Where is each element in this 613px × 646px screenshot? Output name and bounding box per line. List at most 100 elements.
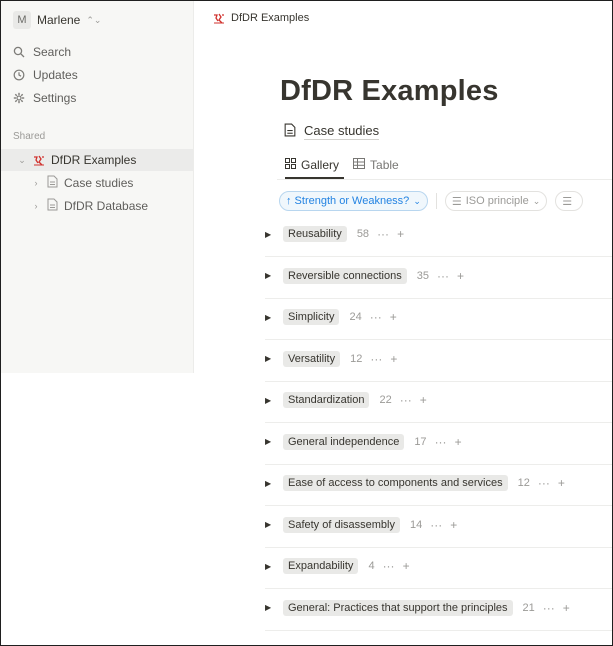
group-count: 4 <box>368 560 375 572</box>
group-header[interactable]: ▶ General independence 17 ··· + <box>265 432 462 452</box>
list-icon: ☰ <box>562 195 573 208</box>
add-icon[interactable]: + <box>390 310 397 324</box>
breadcrumb[interactable]: DfDR Examples <box>213 12 309 24</box>
toggle-triangle-icon[interactable]: ▶ <box>265 437 275 446</box>
chevron-right-icon[interactable]: › <box>31 178 41 188</box>
group-row[interactable]: ▶ Expandability 4 ··· + <box>265 548 612 589</box>
group-tag: Safety of disassembly <box>283 516 400 533</box>
more-icon[interactable]: ··· <box>538 476 550 490</box>
more-icon[interactable]: ··· <box>400 393 412 407</box>
group-count: 22 <box>379 394 392 406</box>
app-window: M Marlene ⌃⌄ Search Updates Settings Sha… <box>0 0 613 646</box>
group-row[interactable]: ▶ General independence 17 ··· + <box>265 424 612 465</box>
more-icon[interactable]: ··· <box>437 269 449 283</box>
chevron-right-icon[interactable]: › <box>31 201 41 211</box>
add-icon[interactable]: + <box>563 601 570 615</box>
group-row[interactable]: ▶ Ease of access to components and servic… <box>265 465 612 506</box>
tab-gallery[interactable]: Gallery <box>285 155 339 175</box>
sidebar-item-updates[interactable]: Updates <box>13 65 78 85</box>
group-tag: Reusability <box>283 226 347 242</box>
chevron-down-icon: ⌄ <box>413 195 421 206</box>
list-icon: ☰ <box>451 195 462 208</box>
toggle-triangle-icon[interactable]: ▶ <box>265 230 275 239</box>
toggle-triangle-icon[interactable]: ▶ <box>265 313 275 322</box>
sidebar-item-settings[interactable]: Settings <box>13 88 76 108</box>
view-tabs: Gallery Table <box>285 155 399 175</box>
sidebar-item-label: Search <box>33 45 72 59</box>
sidebar-item-case-studies[interactable]: › Case studies <box>31 172 133 194</box>
divider <box>277 179 612 180</box>
group-header[interactable]: ▶ Safety of disassembly 14 ··· + <box>265 515 457 535</box>
more-icon[interactable]: ··· <box>435 435 447 449</box>
add-icon[interactable]: + <box>558 476 565 490</box>
group-header[interactable]: ▶ Expandability 4 ··· + <box>265 556 410 576</box>
toggle-triangle-icon[interactable]: ▶ <box>265 396 275 405</box>
more-icon[interactable]: ··· <box>430 518 442 532</box>
toggle-triangle-icon[interactable]: ▶ <box>265 562 275 571</box>
gallery-icon <box>285 158 296 172</box>
sidebar-item-label: DfDR Database <box>64 199 149 213</box>
group-count: 21 <box>522 601 535 614</box>
chip-label: ↑ Strength or Weakness? <box>286 195 410 207</box>
more-icon[interactable]: ··· <box>377 227 389 241</box>
group-header[interactable]: ▶ Standardization 22 ··· + <box>265 390 427 410</box>
filter-chip-iso-principle[interactable]: ☰ ISO principle ⌄ <box>444 191 548 211</box>
more-icon[interactable]: ··· <box>543 601 555 615</box>
page-icon <box>47 198 58 214</box>
sidebar-item-dfdr-examples[interactable]: ⌄ DfDR Examples <box>1 149 193 171</box>
sidebar: M Marlene ⌃⌄ Search Updates Settings Sha… <box>1 1 194 373</box>
active-tab-indicator <box>285 177 344 179</box>
group-count: 24 <box>349 311 362 323</box>
group-header[interactable]: ▶ Versatility 12 ··· + <box>265 349 397 369</box>
group-count: 12 <box>350 352 363 365</box>
group-count: 35 <box>416 269 429 282</box>
group-tag: General independence <box>283 433 405 450</box>
linked-database-title[interactable]: Case studies <box>284 123 380 140</box>
sidebar-item-dfdr-database[interactable]: › DfDR Database <box>31 195 148 217</box>
toggle-triangle-icon[interactable]: ▶ <box>265 271 275 280</box>
toggle-triangle-icon[interactable]: ▶ <box>265 479 275 488</box>
group-header[interactable]: ▶ Ease of access to components and servic… <box>265 473 565 493</box>
add-icon[interactable]: + <box>457 269 464 283</box>
toggle-triangle-icon[interactable]: ▶ <box>265 354 275 363</box>
tab-label: Gallery <box>301 158 340 172</box>
group-header[interactable]: ▶ Reversible connections 35 ··· + <box>265 266 464 286</box>
group-header[interactable]: ▶ General: Practices that support the pri… <box>265 598 570 618</box>
tab-table[interactable]: Table <box>353 155 399 175</box>
add-icon[interactable]: + <box>403 559 410 573</box>
toggle-triangle-icon[interactable]: ▶ <box>265 603 275 612</box>
group-row[interactable]: ▶ Safety of disassembly 14 ··· + <box>265 507 612 548</box>
group-row[interactable]: ▶ Simplicity 24 ··· + <box>265 299 612 340</box>
toggle-triangle-icon[interactable]: ▶ <box>265 520 275 529</box>
group-header[interactable]: ▶ Reusability 58 ··· + <box>265 224 404 244</box>
group-row[interactable]: ▶ Reversible connections 35 ··· + <box>265 258 612 299</box>
group-count: 12 <box>517 477 530 489</box>
sort-chip-strength[interactable]: ↑ Strength or Weakness? ⌄ <box>279 191 428 211</box>
chevron-updown-icon: ⌃⌄ <box>86 14 102 25</box>
chevron-down-icon[interactable]: ⌄ <box>17 155 27 166</box>
group-header[interactable]: ▶ Simplicity 24 ··· + <box>265 307 397 327</box>
filter-chip-more[interactable]: ☰ <box>555 191 584 211</box>
group-row[interactable]: ▶ General: Practices that support the pri… <box>265 590 612 631</box>
breadcrumb-label: DfDR Examples <box>231 12 310 24</box>
group-row[interactable]: ▶ Standardization 22 ··· + <box>265 382 612 423</box>
sidebar-item-label: Case studies <box>64 176 134 190</box>
add-icon[interactable]: + <box>450 518 457 532</box>
workspace-switcher[interactable]: M Marlene ⌃⌄ <box>13 9 101 31</box>
more-icon[interactable]: ··· <box>383 559 395 573</box>
add-icon[interactable]: + <box>420 393 427 407</box>
group-row[interactable]: ▶ Versatility 12 ··· + <box>265 341 612 382</box>
more-icon[interactable]: ··· <box>370 310 382 324</box>
add-icon[interactable]: + <box>455 435 462 449</box>
group-row[interactable]: ▶ Reusability 58 ··· + <box>265 216 612 257</box>
chip-label: ISO principle <box>465 195 529 207</box>
add-icon[interactable]: + <box>397 227 404 241</box>
filter-bar: ↑ Strength or Weakness? ⌄ ☰ ISO principl… <box>279 191 584 211</box>
sidebar-item-search[interactable]: Search <box>13 42 71 62</box>
group-tag: Versatility <box>283 350 341 367</box>
divider <box>435 193 437 209</box>
page-icon <box>47 175 58 191</box>
add-icon[interactable]: + <box>390 352 397 366</box>
more-icon[interactable]: ··· <box>370 352 382 366</box>
gear-icon <box>13 92 25 104</box>
